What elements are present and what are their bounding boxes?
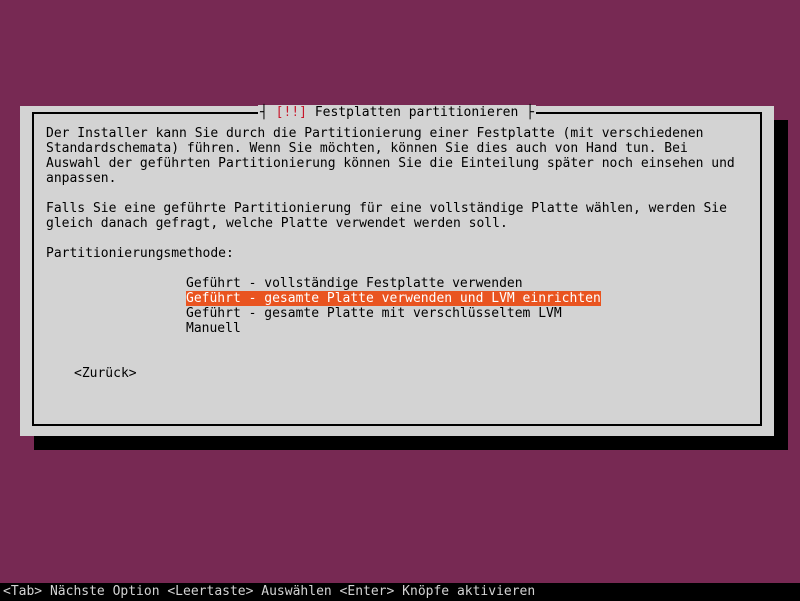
intro-paragraph-1: Der Installer kann Sie durch die Partiti… [46,126,748,186]
method-label: Partitionierungsmethode: [46,246,748,261]
dialog-frame: ┤ [!!] Festplatten partitionieren ├ Der … [32,112,762,426]
dialog-title-mark: [!!] [276,105,307,120]
dialog-title-text: Festplatten partitionieren [315,105,519,120]
partition-dialog: ┤ [!!] Festplatten partitionieren ├ Der … [20,106,774,436]
method-option-guided-lvm[interactable]: Geführt - gesamte Platte verwenden und L… [186,291,601,306]
method-option-list: Geführt - vollständige Festplatte verwen… [186,276,748,336]
back-button[interactable]: <Zurück> [74,366,748,381]
dialog-title-separator-left: ┤ [260,105,276,120]
method-option-guided-full-disk[interactable]: Geführt - vollständige Festplatte verwen… [186,276,523,291]
method-option-manual[interactable]: Manuell [186,321,241,336]
dialog-title-separator-right: ├ [518,105,534,120]
intro-paragraph-2: Falls Sie eine geführte Partitionierung … [46,201,748,231]
help-bar: <Tab> Nächste Option <Leertaste> Auswähl… [0,583,800,601]
method-option-guided-encrypted-lvm[interactable]: Geführt - gesamte Platte mit verschlüsse… [186,306,562,321]
dialog-title: ┤ [!!] Festplatten partitionieren ├ [34,105,760,120]
